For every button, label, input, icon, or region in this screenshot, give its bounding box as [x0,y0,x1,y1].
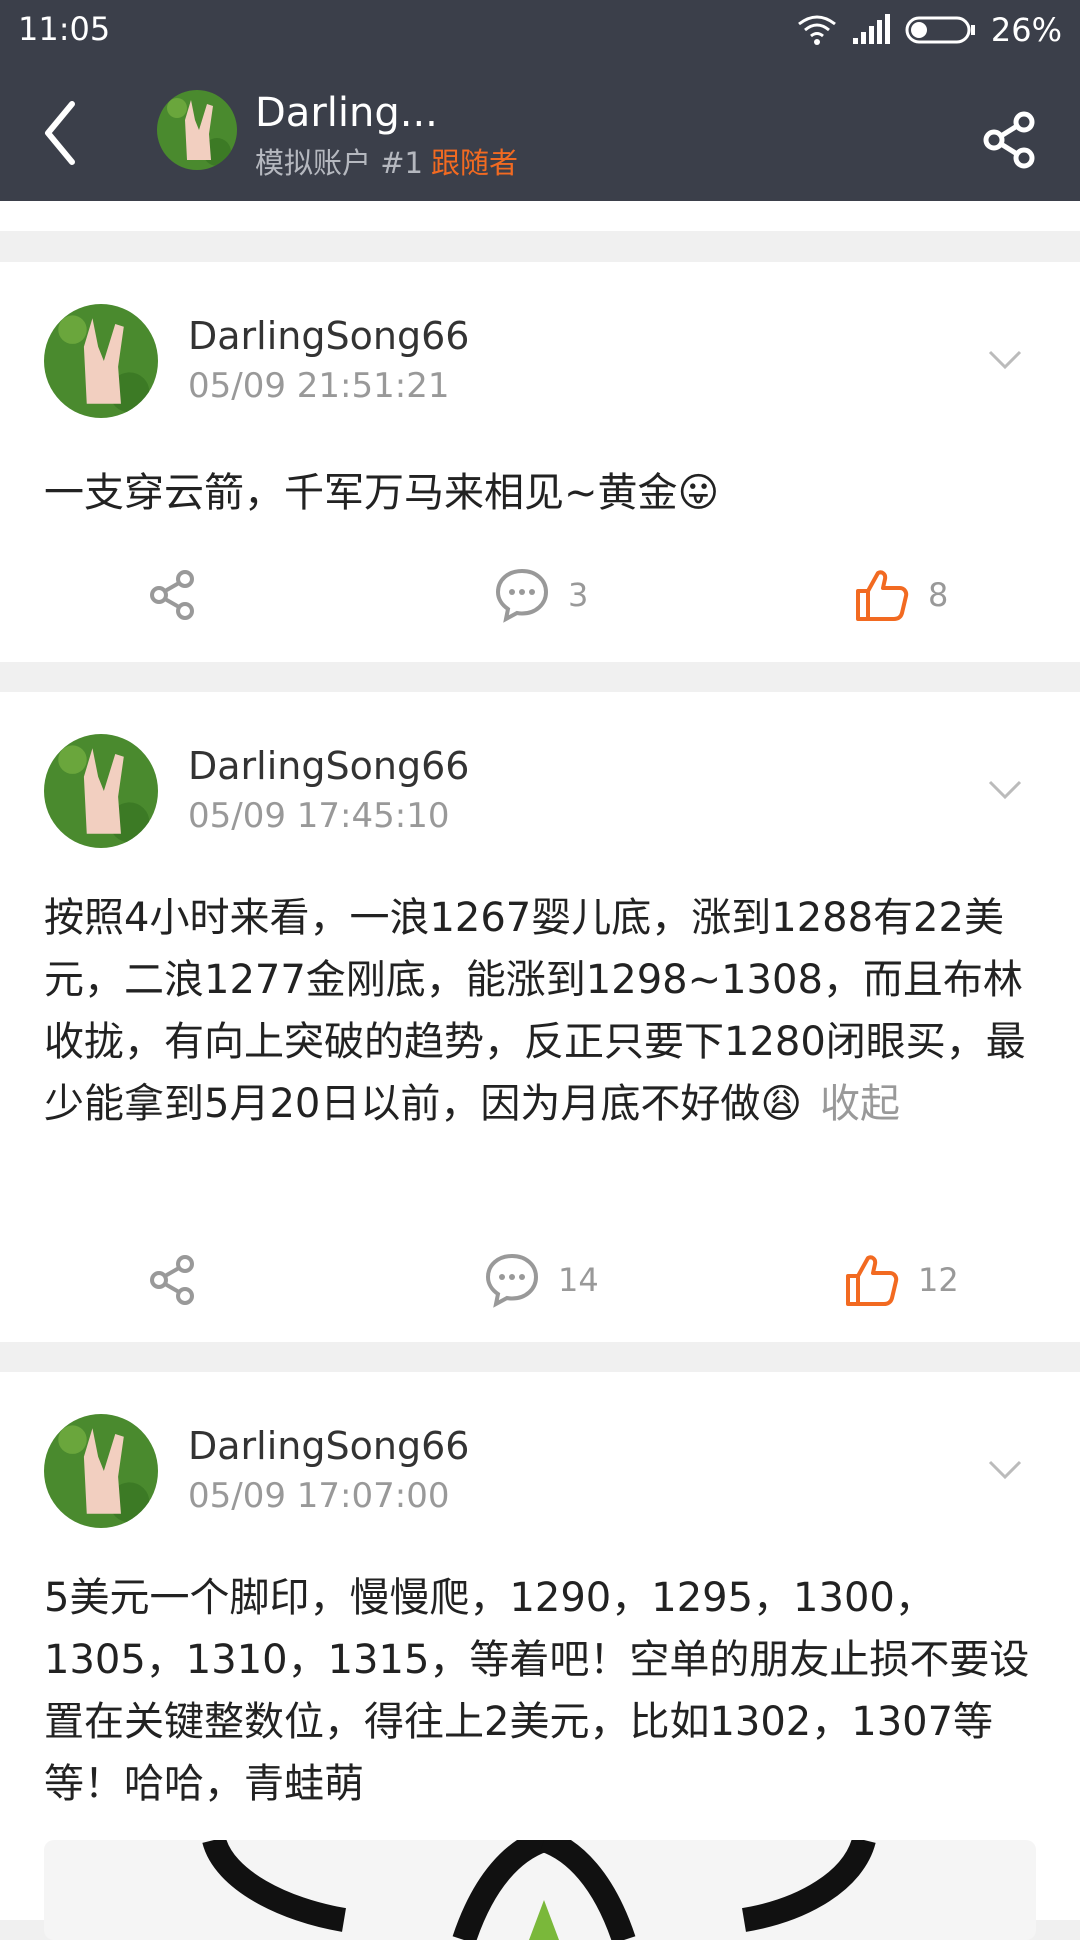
post-text-block: 按照4小时来看，一浪1267婴儿底，涨到1288有22美元，二浪1277金刚底，… [44,887,1036,1135]
post-menu-button[interactable] [988,1460,1022,1480]
header-name: Darling... [255,90,438,136]
post-time: 05/09 17:45:10 [188,796,450,836]
thumbs-up-icon [846,1255,899,1306]
back-arrow-icon [45,101,75,165]
chevron-down-icon [988,780,1022,800]
header-subtitle: 模拟账户 #1 跟随者 [255,140,518,182]
post-author: DarlingSong66 [188,1424,470,1468]
share-action[interactable] [145,567,201,623]
like-count: 8 [928,576,949,614]
comment-count: 3 [568,576,589,614]
top-bar: 11:05 26% Darling... 模拟账户 #1 跟随者 [0,0,1080,201]
avatar-hand-icon [44,734,158,848]
back-button[interactable] [40,98,80,168]
post-actions: 3 8 [0,567,1080,637]
post-text: 5美元一个脚印，慢慢爬，1290，1295，1300，1305，1310，131… [44,1575,1030,1807]
account-label: 模拟账户 #1 [255,146,423,180]
share-button[interactable] [980,110,1040,170]
share-icon [150,570,194,620]
post-menu-button[interactable] [988,780,1022,800]
status-icons: 26% [797,10,1062,50]
share-icon [983,111,1035,169]
collapse-link[interactable]: 收起 [820,1081,900,1127]
post-time: 05/09 17:07:00 [188,1476,450,1516]
post-card: DarlingSong66 05/09 21:51:21 一支穿云箭，千军万马来… [0,262,1080,662]
avatar-hand-icon [44,304,158,418]
avatar[interactable] [44,304,158,418]
share-icon [150,1255,194,1305]
avatar-hand-icon [44,1414,158,1528]
comment-action[interactable]: 14 [484,1252,599,1308]
nav-bar: Darling... 模拟账户 #1 跟随者 [0,60,1080,201]
avatar-hand-icon [157,90,237,170]
frog-image-icon [202,1840,876,1940]
avatar[interactable] [44,1414,158,1528]
post-menu-button[interactable] [988,350,1022,370]
avatar[interactable] [44,734,158,848]
signal-icon [852,14,890,44]
chevron-down-icon [988,1460,1022,1480]
header-avatar[interactable] [157,90,237,170]
comment-count: 14 [558,1261,599,1299]
wifi-icon [797,15,836,45]
comment-icon [485,1253,539,1308]
top-strip [0,201,1080,231]
battery-icon [905,16,975,44]
like-action[interactable]: 8 [854,567,948,623]
post-time: 05/09 21:51:21 [188,366,450,406]
post-card: DarlingSong66 05/09 17:45:10 按照4小时来看，一浪1… [0,692,1080,1342]
battery-percent: 26% [990,11,1062,49]
post-author: DarlingSong66 [188,744,470,788]
status-time: 11:05 [18,10,111,48]
like-action[interactable]: 12 [844,1252,959,1308]
post-card: DarlingSong66 05/09 17:07:00 5美元一个脚印，慢慢爬… [0,1372,1080,1920]
post-author: DarlingSong66 [188,314,470,358]
share-action[interactable] [145,1252,201,1308]
post-image[interactable] [44,1840,1036,1940]
status-bar: 11:05 26% [0,0,1080,60]
comment-icon [495,568,549,623]
post-actions: 14 12 [0,1252,1080,1322]
like-count: 12 [918,1261,959,1299]
chevron-down-icon [988,350,1022,370]
comment-action[interactable]: 3 [494,567,588,623]
post-text: 一支穿云箭，千军万马来相见~黄金😛 [44,470,720,516]
follow-link[interactable]: 跟随者 [431,146,518,180]
thumbs-up-icon [856,570,909,621]
